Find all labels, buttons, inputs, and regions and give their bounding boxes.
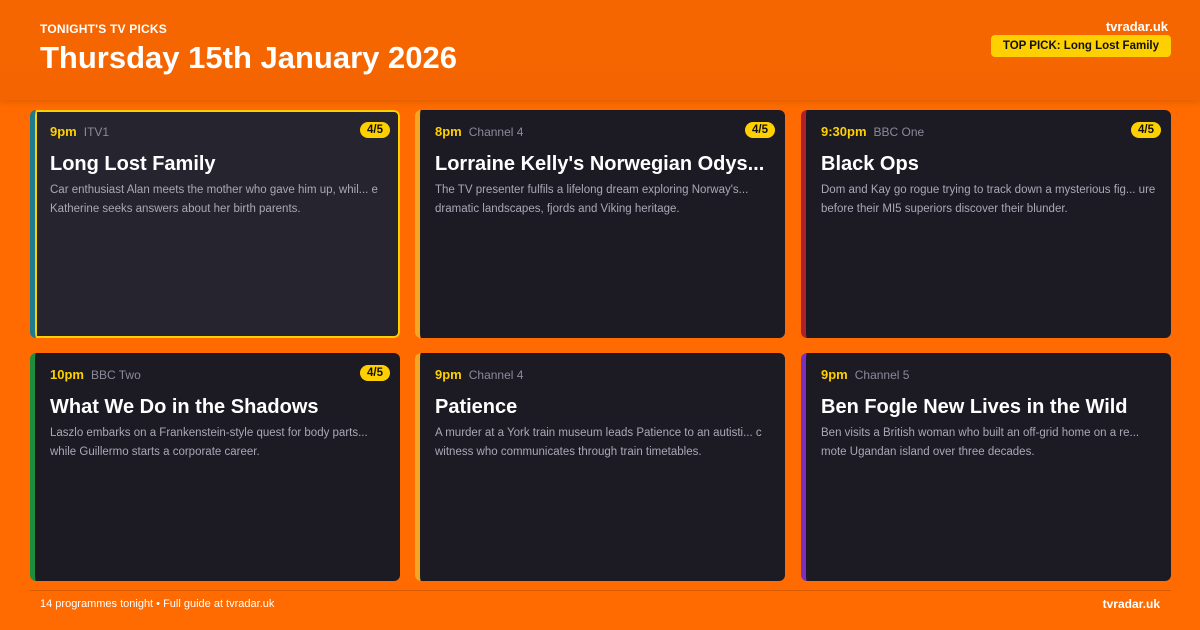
programme-description: The TV presenter fulfils a lifelong drea… bbox=[435, 184, 749, 215]
programme-meta: 10pm BBC Two bbox=[50, 366, 141, 384]
programme-channel: BBC One bbox=[873, 125, 925, 139]
programme-title[interactable]: What We Do in the Shadows bbox=[50, 396, 390, 419]
top-pick-badge[interactable]: TOP PICK: Long Lost Family bbox=[990, 35, 1171, 57]
programme-time: 10pm bbox=[50, 367, 84, 382]
programme-channel: Channel 5 bbox=[854, 368, 910, 382]
programme-description: Laszlo embarks on a Frankenstein-style q… bbox=[50, 427, 368, 458]
programme-channel: BBC Two bbox=[90, 368, 141, 382]
programme-meta: 9:30pm BBC One bbox=[821, 123, 924, 141]
programme-grid: 9pm ITV1 4/5 Long Lost Family Car enthusi… bbox=[30, 110, 1171, 581]
programme-description: Dom and Kay go rogue trying to track dow… bbox=[821, 184, 1156, 215]
programme-card[interactable]: 9pm ITV1 4/5 Long Lost Family Car enthusi… bbox=[30, 110, 400, 338]
footer-summary: 14 programmes tonight • Full guide at tv… bbox=[40, 598, 275, 610]
programme-time: 9:30pm bbox=[821, 124, 867, 139]
programme-meta: 9pm ITV1 bbox=[50, 123, 109, 141]
footer-brand-link[interactable]: tvradar.uk bbox=[1103, 597, 1160, 611]
programme-channel: Channel 4 bbox=[468, 125, 524, 139]
page-title: Thursday 15th January 2026 bbox=[40, 40, 457, 75]
programme-title[interactable]: Patience bbox=[435, 396, 775, 419]
footer-divider bbox=[30, 590, 1171, 591]
rating-badge: 4/5 bbox=[745, 122, 775, 138]
programme-title[interactable]: Black Ops bbox=[821, 153, 1161, 176]
programme-title[interactable]: Lorraine Kelly's Norwegian Odys... bbox=[435, 153, 775, 176]
programme-meta: 8pm Channel 4 bbox=[435, 123, 523, 141]
programme-card[interactable]: 9pm Channel 5 Ben Fogle New Lives in the … bbox=[801, 353, 1171, 581]
programme-meta: 9pm Channel 5 bbox=[821, 366, 909, 384]
rating-badge: 4/5 bbox=[1131, 122, 1161, 138]
programme-meta: 9pm Channel 4 bbox=[435, 366, 523, 384]
programme-title[interactable]: Ben Fogle New Lives in the Wild bbox=[821, 396, 1161, 419]
programme-description: Car enthusiast Alan meets the mother who… bbox=[50, 184, 378, 215]
programme-card[interactable]: 8pm Channel 4 4/5 Lorraine Kelly's Norweg… bbox=[415, 110, 785, 338]
programme-time: 9pm bbox=[435, 367, 462, 382]
rating-badge: 4/5 bbox=[360, 365, 390, 381]
programme-channel: Channel 4 bbox=[468, 368, 524, 382]
programme-time: 9pm bbox=[50, 124, 77, 139]
page-kicker: TONIGHT'S TV PICKS bbox=[40, 22, 167, 36]
programme-time: 8pm bbox=[435, 124, 462, 139]
programme-card[interactable]: 9pm Channel 4 Patience A murder at a York… bbox=[415, 353, 785, 581]
brand-link[interactable]: tvradar.uk bbox=[1106, 19, 1168, 34]
programme-time: 9pm bbox=[821, 367, 848, 382]
header-bar: TONIGHT'S TV PICKS Thursday 15th January… bbox=[0, 0, 1200, 100]
programme-card[interactable]: 9:30pm BBC One 4/5 Black Ops Dom and Kay … bbox=[801, 110, 1171, 338]
programme-description: Ben visits a British woman who built an … bbox=[821, 427, 1140, 458]
programme-card[interactable]: 10pm BBC Two 4/5 What We Do in the Shadow… bbox=[30, 353, 400, 581]
rating-badge: 4/5 bbox=[360, 122, 390, 138]
programme-description: A murder at a York train museum leads Pa… bbox=[435, 427, 762, 458]
programme-channel: ITV1 bbox=[83, 125, 110, 139]
programme-title[interactable]: Long Lost Family bbox=[50, 153, 390, 176]
